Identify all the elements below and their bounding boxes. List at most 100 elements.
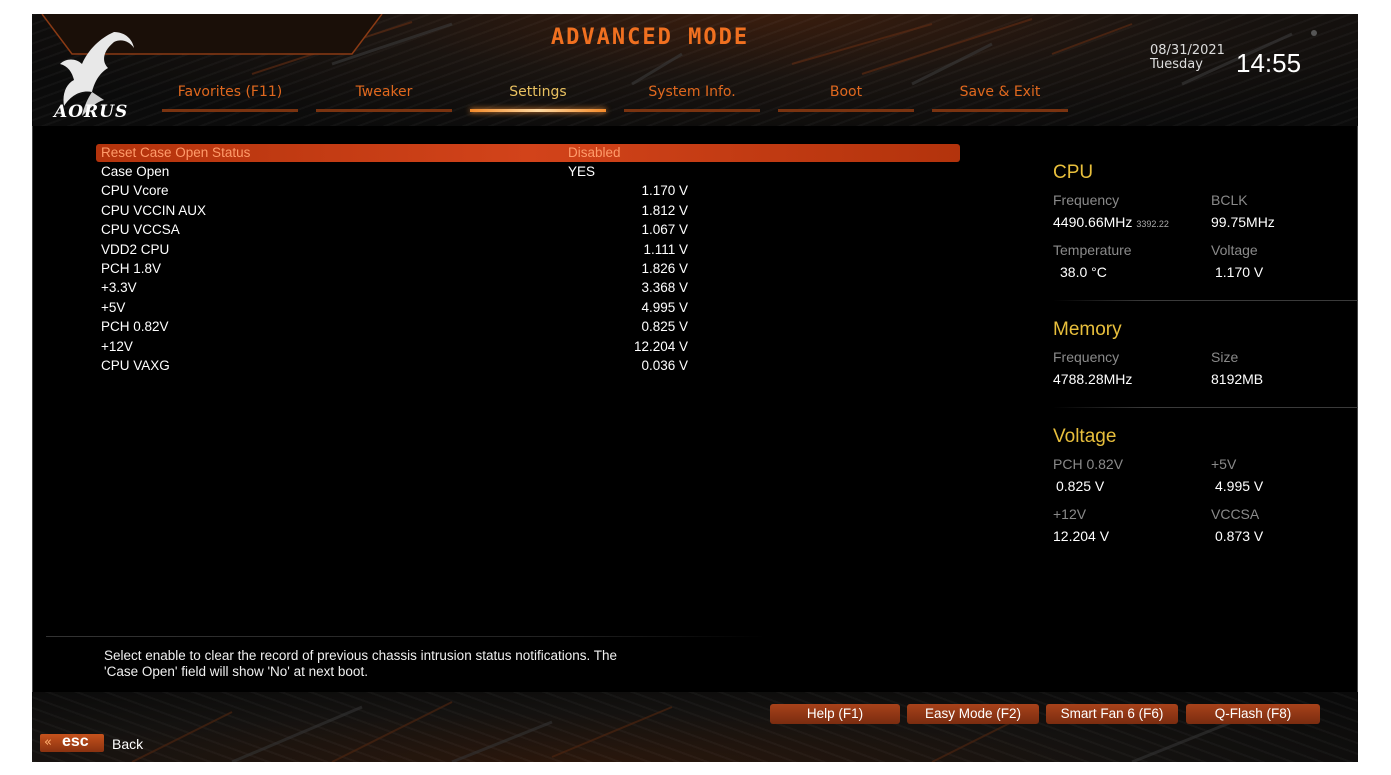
double-chevron-left-icon: « [44,735,52,750]
date-display: 08/31/2021 Tuesday [1150,44,1225,72]
setting-row-pch-0-82v: PCH 0.82V 0.825 V [96,318,960,337]
setting-value: 1.067 V [641,222,688,238]
setting-value: 1.170 V [641,183,688,199]
memory-section: Memory Frequency Size 4788.28MHz 8192MB [1053,319,1358,397]
cpu-title: CPU [1053,162,1094,183]
back-label[interactable]: Back [112,736,143,752]
setting-name: CPU VCCIN AUX [101,202,207,218]
settings-list: Reset Case Open Status Disabled Case Ope… [96,144,960,376]
cpu-frequency-value: 4490.66MHz 3392.22 [1053,214,1211,240]
setting-name: +3.3V [101,280,137,296]
vccsa-value: 0.873 V [1215,528,1264,544]
tab-underline [932,109,1068,112]
tab-favorites[interactable]: Favorites (F11) [160,84,300,114]
tab-underline [162,109,298,112]
help-line-2: 'Case Open' field will show 'No' at next… [104,664,368,679]
mode-title: ADVANCED MODE [550,25,750,50]
setting-name: CPU Vcore [101,183,169,199]
setting-value: 0.825 V [641,319,688,335]
tab-label: Settings [509,84,567,100]
setting-row-5v: +5V 4.995 V [96,299,960,318]
setting-row-pch-1-8v: PCH 1.8V 1.826 V [96,260,960,279]
setting-row-cpu-vccsa: CPU VCCSA 1.067 V [96,221,960,240]
main-tabs: Favorites (F11) Tweaker Settings System … [160,84,1080,114]
help-line-1: Select enable to clear the record of pre… [104,648,618,663]
smart-fan-button[interactable]: Smart Fan 6 (F6) [1046,704,1178,724]
memory-size-value: 8192MB [1211,371,1264,387]
clock-indicator-icon [1311,30,1317,36]
setting-value: YES [568,164,596,179]
cpu-temperature-label: Temperature [1053,242,1132,258]
date-text: 08/31/2021 [1150,43,1225,58]
tab-settings[interactable]: Settings [468,84,608,114]
voltage-title: Voltage [1053,426,1117,447]
setting-name: +5V [101,299,126,315]
easy-mode-button[interactable]: Easy Mode (F2) [907,704,1039,724]
divider [1053,300,1358,301]
cpu-frequency-sub: 3392.22 [1136,219,1169,229]
memory-frequency-label: Frequency [1053,349,1120,365]
cpu-bclk-value: 99.75MHz [1211,214,1275,230]
tab-underline [316,109,452,112]
help-description: Select enable to clear the record of pre… [104,648,764,680]
q-flash-button[interactable]: Q-Flash (F8) [1186,704,1320,724]
time-display: 14:55 [1236,48,1302,78]
setting-name: Case Open [101,164,170,179]
setting-row-reset-case-open-status[interactable]: Reset Case Open Status Disabled [96,144,960,162]
memory-size-label: Size [1211,349,1239,365]
setting-name: CPU VAXG [101,357,170,373]
footer-texture [131,701,1233,762]
cpu-voltage-value: 1.170 V [1215,264,1264,280]
tab-label: Boot [829,84,863,100]
setting-row-12v: +12V 12.204 V [96,338,960,357]
cpu-voltage-label: Voltage [1211,242,1258,258]
memory-title: Memory [1053,319,1122,340]
tab-underline [778,109,914,112]
divider [1053,407,1358,408]
tab-label: Favorites (F11) [177,84,283,100]
cpu-section: CPU Frequency BCLK 4490.66MHz 3392.22 99.… [1053,162,1358,290]
setting-row-case-open: Case Open YES [96,163,960,182]
pch-0-82v-value: 0.825 V [1056,478,1105,494]
hardware-monitor-panel: CPU Frequency BCLK 4490.66MHz 3392.22 99.… [1053,162,1358,554]
help-button[interactable]: Help (F1) [770,704,900,724]
p12v-label: +12V [1053,506,1087,522]
setting-row-3-3v: +3.3V 3.368 V [96,279,960,298]
setting-name: VDD2 CPU [101,241,170,257]
vccsa-label: VCCSA [1211,506,1260,522]
footer-background [32,692,1358,762]
setting-row-cpu-vaxg: CPU VAXG 0.036 V [96,357,960,376]
cpu-frequency-main: 4490.66MHz [1053,214,1133,230]
setting-value: 0.036 V [641,357,688,373]
esc-button[interactable]: « esc [40,733,104,752]
setting-name: PCH 0.82V [101,319,169,335]
tab-underline [624,109,760,112]
setting-value: 4.995 V [641,299,688,315]
esc-label: esc [62,733,89,750]
tab-underline-active [470,109,606,112]
setting-value[interactable]: Disabled [568,145,688,160]
setting-value: 3.368 V [641,280,688,296]
cpu-temperature-value: 38.0 °C [1060,264,1107,280]
setting-value: 12.204 V [633,338,688,354]
setting-name: CPU VCCSA [101,222,180,238]
memory-frequency-value: 4788.28MHz [1053,371,1133,387]
tab-save-exit[interactable]: Save & Exit [930,84,1070,114]
voltage-section: Voltage PCH 0.82V +5V 0.825 V 4.995 V +1… [1053,426,1358,554]
setting-name: PCH 1.8V [101,260,162,276]
pch-0-82v-label: PCH 0.82V [1053,456,1124,472]
tab-label: System Info. [648,84,736,100]
tab-label: Save & Exit [959,84,1041,100]
tab-boot[interactable]: Boot [776,84,916,114]
setting-row-cpu-vccin-aux: CPU VCCIN AUX 1.812 V [96,202,960,221]
cpu-bclk-label: BCLK [1211,192,1248,208]
brand-logo-text: AORUS [54,102,129,122]
weekday-text: Tuesday [1150,57,1203,72]
setting-row-vdd2-cpu: VDD2 CPU 1.111 V [96,241,960,260]
tab-tweaker[interactable]: Tweaker [314,84,454,114]
p5v-label: +5V [1211,456,1237,472]
setting-value: 1.812 V [641,202,688,218]
tab-label: Tweaker [355,84,413,100]
setting-value: 1.111 V [643,241,688,257]
tab-system-info[interactable]: System Info. [622,84,762,114]
